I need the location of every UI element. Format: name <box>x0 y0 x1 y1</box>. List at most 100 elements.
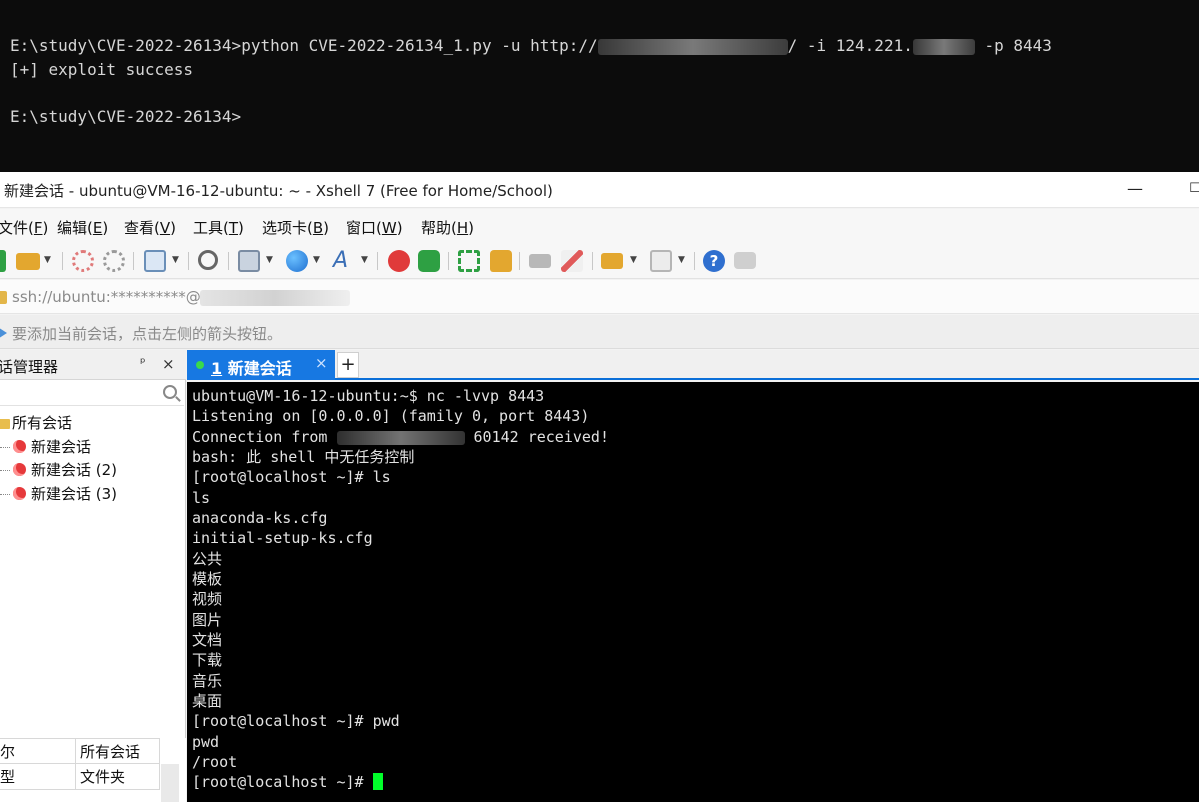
property-name: 尔 <box>0 738 76 764</box>
pin-icon[interactable]: ᵖ <box>140 356 146 371</box>
address-bar[interactable]: ssh://ubuntu:**********@ <box>0 280 1199 314</box>
menu-label: ) <box>396 219 403 237</box>
xmanager-icon[interactable] <box>418 250 440 272</box>
menu-label: ) <box>170 219 176 237</box>
keyboard-icon[interactable] <box>529 254 551 268</box>
tree-item-session[interactable]: 新建会话 <box>13 436 91 458</box>
menu-help[interactable]: 帮助(H) <box>421 217 474 238</box>
menu-accel: H <box>456 219 469 237</box>
menu-label: ) <box>102 219 109 237</box>
menu-label: 窗口( <box>346 219 382 237</box>
toolbar-separator <box>133 252 134 270</box>
disconnect-icon[interactable] <box>72 250 94 272</box>
tab-index: 1 <box>211 359 223 378</box>
tab-new-session[interactable]: 1 新建会话 × <box>187 350 335 380</box>
dropdown-arrow-icon[interactable]: ▼ <box>630 255 637 265</box>
close-panel-button[interactable]: × <box>162 355 175 373</box>
new-session-icon[interactable] <box>0 250 6 272</box>
lock-icon <box>0 291 7 304</box>
dropdown-arrow-icon[interactable]: ▼ <box>313 255 320 265</box>
fullscreen-icon[interactable] <box>458 250 480 272</box>
lock-icon[interactable] <box>490 250 512 272</box>
terminal-line: Listening on [0.0.0.0] (family 0, port 8… <box>192 407 590 425</box>
terminal-prompt[interactable]: [root@localhost ~]# <box>192 772 383 792</box>
globe-icon[interactable] <box>286 250 308 272</box>
scrollbar[interactable] <box>161 764 179 802</box>
title-bar[interactable]: 新建会话 - ubuntu@VM-16-12-ubuntu: ~ - Xshel… <box>0 172 1199 208</box>
property-value: 文件夹 <box>76 764 160 790</box>
find-icon[interactable] <box>198 250 218 270</box>
toolbar-separator <box>228 252 229 270</box>
toolbar: ▼ ▼ ▼ ▼ A ▼ ▼ ▼ ? <box>0 243 1199 279</box>
toolbar-separator <box>592 252 593 270</box>
panel-title: 话管理器 <box>0 358 59 376</box>
redacted-blur <box>597 38 788 55</box>
add-tab-button[interactable]: + <box>337 352 359 378</box>
menu-bar: 文件(F) 编辑(E) 查看(V) 工具(T) 选项卡(B) 窗口(W) 帮助(… <box>0 209 1199 243</box>
session-icon <box>13 487 26 500</box>
terminal-line: 公共 <box>192 550 223 568</box>
script-icon[interactable] <box>601 253 623 269</box>
terminal-text: Connection from <box>192 428 337 446</box>
dropdown-arrow-icon[interactable]: ▼ <box>266 255 273 265</box>
menu-tabs[interactable]: 选项卡(B) <box>262 217 329 238</box>
menu-accel: V <box>159 219 171 237</box>
menu-file[interactable]: 文件(F) <box>0 217 48 238</box>
xftp-icon[interactable] <box>388 250 410 272</box>
close-tab-button[interactable]: × <box>315 354 328 372</box>
dropdown-arrow-icon[interactable]: ▼ <box>172 255 179 265</box>
search-icon[interactable] <box>163 385 177 399</box>
tree-item-session[interactable]: 新建会话 (2) <box>13 459 117 481</box>
dropdown-arrow-icon[interactable]: ▼ <box>678 255 685 265</box>
terminal-line: 图片 <box>192 611 223 629</box>
toolbar-separator <box>519 252 520 270</box>
terminal-output[interactable]: ubuntu@VM-16-12-ubuntu:~$ nc -lvvp 8443 … <box>187 382 1199 802</box>
menu-label: ) <box>468 219 474 237</box>
tree-item-session[interactable]: 新建会话 (3) <box>13 483 117 505</box>
layout-icon[interactable] <box>650 250 672 272</box>
terminal-line: ls <box>192 489 211 507</box>
menu-accel: F <box>33 219 43 237</box>
session-search-input[interactable] <box>0 382 184 406</box>
tree-connector <box>0 470 10 471</box>
terminal-text: 60142 received! <box>464 428 609 446</box>
maximize-button[interactable]: ☐ <box>1175 176 1199 202</box>
redacted-blur <box>336 430 465 445</box>
menu-window[interactable]: 窗口(W) <box>346 217 403 238</box>
help-icon[interactable]: ? <box>703 250 725 272</box>
menu-label: 编辑( <box>57 219 93 237</box>
chat-icon[interactable] <box>734 252 756 269</box>
redacted-blur <box>200 290 350 306</box>
property-name: 型 <box>0 764 76 790</box>
terminal-line: /root <box>192 753 238 771</box>
minimize-button[interactable]: — <box>1115 176 1155 202</box>
tab-bar: 1 新建会话 × + <box>187 350 1199 380</box>
menu-label: ) <box>323 219 330 237</box>
property-value: 所有会话 <box>76 738 160 764</box>
menu-label: 查看( <box>124 219 160 237</box>
cmd-console[interactable]: E:\study\CVE-2022-26134>python CVE-2022-… <box>0 0 1199 172</box>
highlight-icon[interactable] <box>561 250 583 272</box>
toolbar-separator <box>62 252 63 270</box>
menu-edit[interactable]: 编辑(E) <box>57 217 108 238</box>
dropdown-arrow-icon[interactable]: ▼ <box>44 255 51 265</box>
reconnect-icon[interactable] <box>103 250 125 272</box>
terminal-cursor <box>372 773 383 790</box>
address-input[interactable]: ssh://ubuntu:**********@ <box>12 288 201 306</box>
menu-tools[interactable]: 工具(T) <box>193 217 244 238</box>
terminal-line: [root@localhost ~]# ls <box>192 468 391 486</box>
arrow-right-icon[interactable] <box>0 326 7 340</box>
menu-accel: W <box>381 219 397 237</box>
open-folder-icon[interactable] <box>16 253 40 270</box>
menu-view[interactable]: 查看(V) <box>124 217 176 238</box>
font-icon[interactable]: A <box>333 250 355 272</box>
terminal-line: 下载 <box>192 651 223 669</box>
transfer-icon[interactable] <box>238 250 260 272</box>
redacted-blur <box>912 38 975 55</box>
properties-icon[interactable] <box>144 250 166 272</box>
terminal-line: pwd <box>192 733 220 751</box>
dropdown-arrow-icon[interactable]: ▼ <box>361 255 368 265</box>
toolbar-separator <box>188 252 189 270</box>
tree-folder-all-sessions[interactable]: 所有会话 <box>0 412 72 434</box>
tree-label: 所有会话 <box>12 414 73 432</box>
